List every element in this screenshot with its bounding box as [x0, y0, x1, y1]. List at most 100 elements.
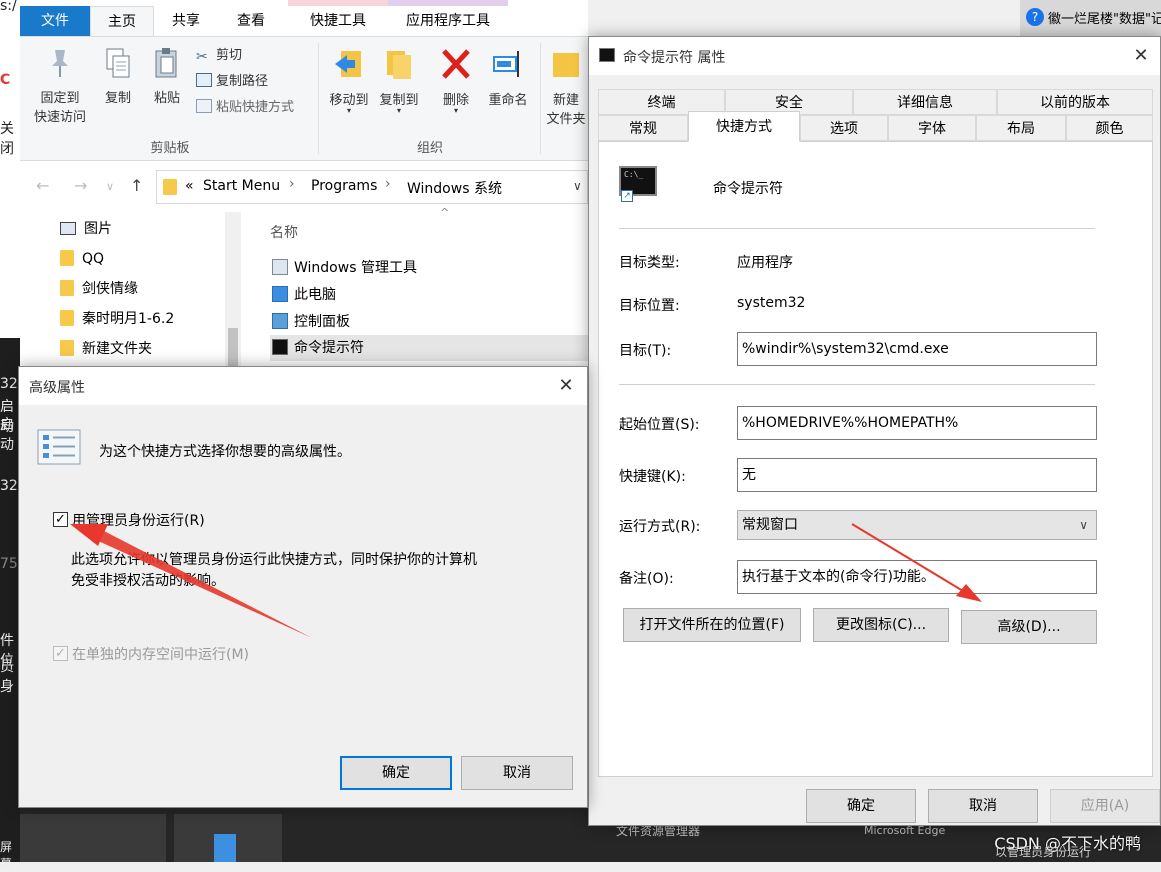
- file-item-label: 控制面板: [294, 314, 350, 330]
- open-file-location-button[interactable]: 打开文件所在的位置(F): [623, 608, 801, 642]
- tab-share[interactable]: 共享: [154, 6, 218, 36]
- new-folder-button[interactable]: 新建 文件夹: [544, 47, 588, 127]
- control-panel-icon: [272, 313, 288, 329]
- paste-shortcut-icon: [196, 99, 212, 113]
- apply-button[interactable]: 应用(A): [1050, 789, 1160, 823]
- cut-button[interactable]: ✂ 剪切: [196, 45, 242, 67]
- column-header-name[interactable]: 名称: [270, 222, 298, 242]
- hotkey-field[interactable]: 无: [737, 458, 1097, 492]
- advanced-title-bar: 高级属性 ✕: [19, 367, 587, 405]
- file-item-control-panel[interactable]: 控制面板: [270, 309, 588, 335]
- target-field[interactable]: %windir%\system32\cmd.exe: [737, 332, 1097, 366]
- start-in-field[interactable]: %HOMEDRIVE%%HOMEPATH%: [737, 406, 1097, 440]
- paste-button[interactable]: 粘贴: [144, 47, 190, 106]
- advanced-button[interactable]: 高级(D)...: [961, 610, 1097, 644]
- tab-font[interactable]: 字体: [888, 115, 976, 141]
- divider: [619, 384, 1095, 385]
- file-item-this-pc[interactable]: 此电脑: [270, 282, 588, 308]
- nav-scrollbar[interactable]: [225, 212, 241, 372]
- forward-arrow-icon[interactable]: →: [74, 176, 87, 195]
- copy-to-icon: [387, 51, 411, 79]
- chevron-down-icon: ∨: [1079, 518, 1088, 532]
- folder-icon: [60, 250, 74, 266]
- run-label: 运行方式(R):: [619, 519, 701, 535]
- move-to-button[interactable]: 移动到 ▾: [324, 47, 374, 115]
- nav-item-label: 新建文件夹: [82, 341, 152, 357]
- chevron-down-icon[interactable]: ∨: [573, 179, 582, 193]
- new-folder-icon: [553, 53, 579, 77]
- cancel-button[interactable]: 取消: [461, 756, 573, 790]
- tab-options[interactable]: 选项: [800, 115, 888, 141]
- breadcrumb-programs[interactable]: Programs: [311, 178, 377, 194]
- folder-icon: [60, 310, 74, 326]
- run-dropdown[interactable]: 常规窗口 ∨: [737, 510, 1097, 540]
- chevron-down-icon: ▾: [346, 106, 351, 115]
- background-text: s:/: [0, 0, 17, 14]
- admin-tools-icon: [272, 259, 288, 275]
- tab-layout[interactable]: 布局: [976, 115, 1066, 141]
- run-as-admin-label[interactable]: 用管理员身份运行(R): [72, 510, 205, 530]
- cancel-button[interactable]: 取消: [928, 789, 1038, 823]
- ok-button[interactable]: 确定: [806, 789, 916, 823]
- group-separator: [540, 43, 541, 154]
- scissors-icon: ✂: [196, 49, 208, 65]
- file-item-label: 命令提示符: [294, 340, 364, 356]
- comment-field[interactable]: 执行基于文本的(命令行)功能。: [737, 560, 1097, 594]
- delete-button[interactable]: 删除 ▾: [434, 47, 478, 115]
- tab-general[interactable]: 常规: [598, 115, 688, 141]
- tab-home[interactable]: 主页: [90, 6, 154, 36]
- pin-icon: [52, 50, 68, 77]
- ok-button[interactable]: 确定: [340, 756, 452, 790]
- close-icon[interactable]: ✕: [553, 373, 579, 399]
- run-as-admin-explanation: 此选项允许你以管理员身份运行此快捷方式，同时保护你的计算机: [71, 552, 477, 568]
- rename-icon: [493, 51, 519, 77]
- pin-quick-access-button[interactable]: 固定到 快速访问: [26, 47, 94, 125]
- close-icon[interactable]: ✕: [1128, 43, 1154, 69]
- file-item-cmd[interactable]: 命令提示符: [270, 335, 588, 361]
- nav-item-label: QQ: [82, 251, 105, 267]
- change-icon-button[interactable]: 更改图标(C)...: [813, 608, 949, 642]
- paste-shortcut-button[interactable]: 粘贴快捷方式: [196, 97, 294, 119]
- back-arrow-icon[interactable]: ←: [36, 176, 49, 195]
- breadcrumb-overflow[interactable]: «: [185, 178, 194, 194]
- nav-item-qq[interactable]: QQ: [60, 247, 104, 271]
- tab-shortcut-tools[interactable]: 快捷工具: [288, 6, 388, 36]
- run-as-admin-explanation: 免受非授权活动的影响。: [71, 573, 225, 589]
- breadcrumb-start-menu[interactable]: Start Menu: [203, 178, 280, 194]
- chevron-down-icon: ▾: [396, 106, 401, 115]
- tab-previous-versions[interactable]: 以前的版本: [997, 89, 1153, 115]
- rename-label: 重命名: [488, 93, 528, 108]
- background-text: 启动: [0, 417, 14, 453]
- breadcrumb-separator-icon: ›: [289, 176, 295, 192]
- comment-label: 备注(O):: [619, 571, 674, 587]
- address-bar[interactable]: « Start Menu › Programs › Windows 系统 ∨: [156, 170, 588, 204]
- nav-item-jianxia[interactable]: 剑侠情缘: [60, 277, 138, 301]
- up-arrow-icon[interactable]: ↑: [130, 176, 143, 195]
- separate-memory-label: 在单独的内存空间中运行(M): [72, 647, 250, 663]
- nav-item-new-folder[interactable]: 新建文件夹: [60, 337, 152, 361]
- ribbon: 固定到 快速访问 复制 粘贴 ✂ 剪切 复制路径 粘贴快捷方式 剪贴板 移动到 ▾: [20, 36, 588, 161]
- tab-colors[interactable]: 颜色: [1066, 115, 1153, 141]
- tab-file[interactable]: 文件: [20, 6, 90, 36]
- tab-details[interactable]: 详细信息: [853, 89, 997, 115]
- help-icon: ?: [1026, 8, 1044, 26]
- file-item-windows-admin-tools[interactable]: Windows 管理工具: [270, 255, 588, 281]
- paste-icon: [155, 48, 177, 78]
- scrollbar-thumb[interactable]: [228, 328, 238, 368]
- copy-button[interactable]: 复制: [96, 47, 140, 106]
- separate-memory-checkbox[interactable]: ✓: [53, 646, 68, 661]
- nav-item-pictures[interactable]: 图片 📌: [60, 217, 241, 241]
- start-in-label: 起始位置(S):: [619, 417, 700, 433]
- tab-app-tools[interactable]: 应用程序工具: [388, 6, 508, 36]
- pin-label: 固定到: [40, 91, 80, 106]
- tab-shortcut[interactable]: 快捷方式: [688, 111, 800, 142]
- copy-to-button[interactable]: 复制到 ▾: [374, 47, 424, 115]
- file-item-label: 此电脑: [294, 287, 336, 303]
- run-as-admin-checkbox[interactable]: ✓: [53, 512, 68, 527]
- nav-item-qinshi[interactable]: 秦时明月1-6.2: [60, 307, 174, 331]
- copy-path-button[interactable]: 复制路径: [196, 71, 268, 93]
- tab-view[interactable]: 查看: [218, 6, 284, 36]
- rename-button[interactable]: 重命名: [480, 47, 536, 108]
- breadcrumb-windows-system[interactable]: Windows 系统: [407, 178, 502, 198]
- chevron-down-icon[interactable]: ∨: [106, 180, 114, 193]
